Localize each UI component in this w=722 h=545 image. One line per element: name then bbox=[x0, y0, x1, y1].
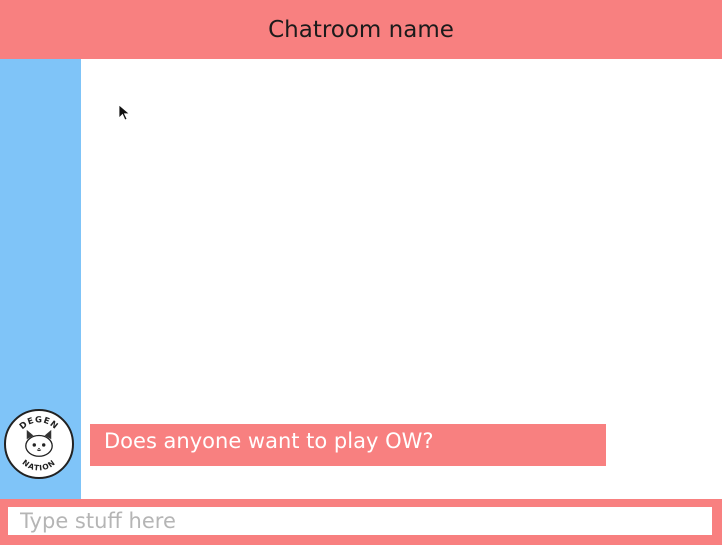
chatroom-title: Chatroom name bbox=[268, 16, 454, 43]
user-avatar[interactable]: DEGEN NATION bbox=[4, 409, 74, 479]
mouse-pointer-icon bbox=[118, 104, 131, 121]
avatar-bottom-label: NATION bbox=[21, 458, 57, 473]
svg-text:NATION: NATION bbox=[21, 458, 58, 473]
message-input[interactable] bbox=[7, 506, 713, 536]
avatar-top-label: DEGEN bbox=[17, 414, 60, 431]
svg-text:DEGEN: DEGEN bbox=[17, 414, 61, 431]
composer-bar bbox=[0, 499, 722, 545]
cat-avatar-icon: DEGEN NATION bbox=[17, 414, 61, 473]
message-text: Does anyone want to play OW? bbox=[104, 429, 434, 453]
chatroom-header: Chatroom name bbox=[0, 0, 722, 59]
sidebar: DEGEN NATION bbox=[0, 59, 81, 499]
message-bubble: Does anyone want to play OW? bbox=[90, 424, 606, 466]
